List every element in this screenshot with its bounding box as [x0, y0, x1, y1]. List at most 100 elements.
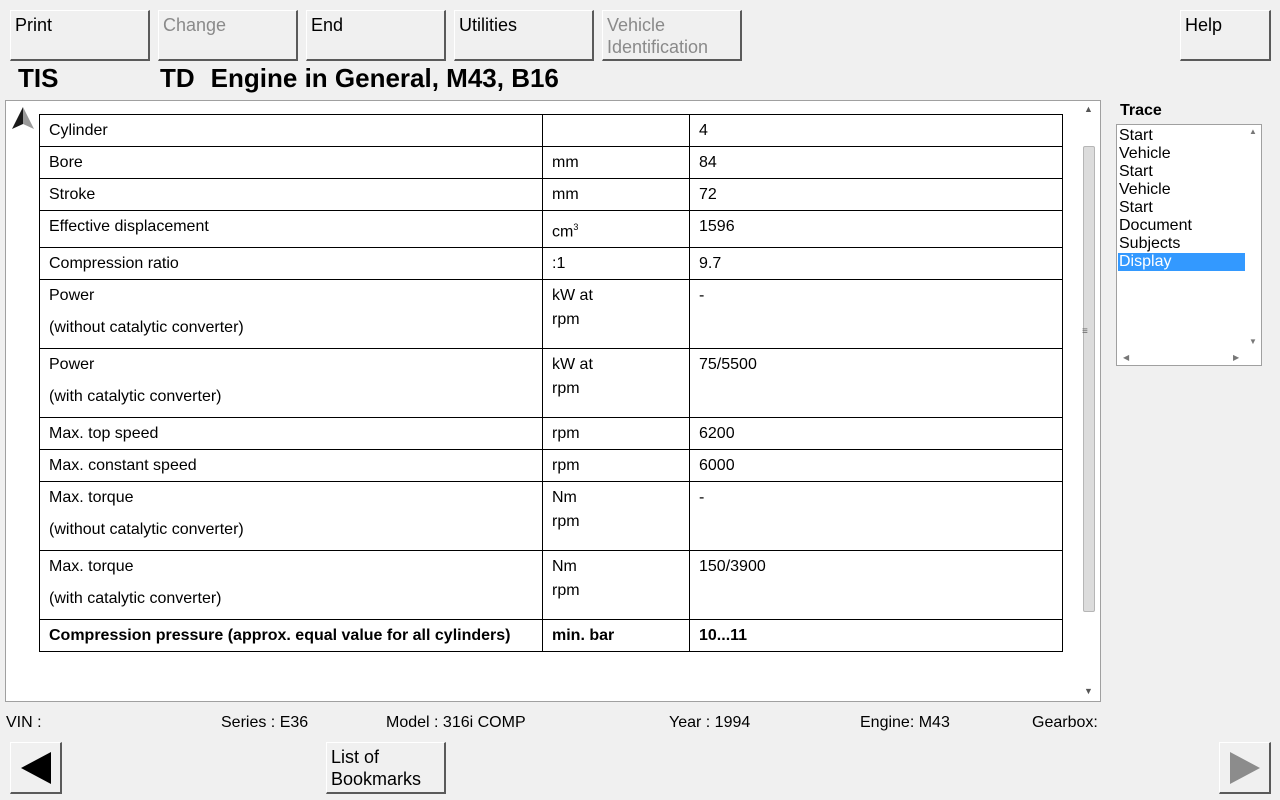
spec-unit: min. bar	[552, 627, 615, 645]
trace-scroll-down-icon[interactable]: ▼	[1249, 337, 1257, 346]
spec-unit-secondary: rpm	[552, 582, 580, 600]
spec-value: 6200	[699, 425, 735, 443]
spec-label: Power	[49, 356, 95, 374]
trace-item[interactable]: Start	[1118, 199, 1245, 217]
help-button[interactable]: Help	[1180, 10, 1271, 61]
trace-item[interactable]: Start	[1118, 163, 1245, 181]
doc-code: TD	[160, 63, 195, 93]
vehicle-identification-label-line1: Vehicle	[607, 15, 666, 35]
scroll-down-icon[interactable]: ▼	[1084, 686, 1093, 696]
table-row: Max. torque (with catalytic converter) Nm r…	[39, 550, 1063, 621]
table-row: Power (without catalytic converter) kW at r…	[39, 279, 1063, 350]
spec-unit-cell: mm	[542, 178, 690, 211]
help-button-label: Help	[1185, 15, 1223, 35]
status-vin: VIN :	[6, 714, 42, 731]
spec-value: 84	[699, 154, 717, 171]
spec-label: Bore	[49, 154, 83, 171]
up-arrow-icon[interactable]	[10, 105, 36, 131]
spec-unit-cell: kW at rpm	[542, 348, 690, 419]
spec-label: Stroke	[49, 186, 96, 203]
status-year: Year : 1994	[669, 714, 751, 731]
spec-value: 150/3900	[699, 558, 766, 576]
spec-label-cell: Bore	[39, 146, 543, 179]
spec-unit: rpm	[552, 457, 580, 475]
trace-item[interactable]: Subjects	[1118, 235, 1245, 253]
spec-label-cell: Max. torque (without catalytic converter)	[39, 481, 543, 552]
spec-value: 72	[699, 186, 717, 203]
spec-label: Power	[49, 287, 95, 305]
page-title: TD Engine in General, M43, B16	[160, 63, 559, 94]
spec-value: 1596	[699, 218, 735, 235]
spec-label: Max. top speed	[49, 425, 159, 443]
back-arrow-icon	[21, 752, 51, 784]
spec-sublabel: (with catalytic converter)	[49, 590, 222, 608]
bookmarks-label-line1: List of	[331, 747, 380, 767]
spec-value: 4	[699, 122, 708, 139]
spec-unit-cell: rpm	[542, 417, 690, 451]
spec-unit: rpm	[552, 425, 580, 443]
change-button-label: Change	[163, 15, 227, 35]
app-name: TIS	[18, 63, 59, 93]
spec-unit-secondary: rpm	[552, 380, 580, 398]
trace-list[interactable]: Start Vehicle Start Vehicle Start Document Sub…	[1116, 124, 1262, 366]
spec-value-cell: 9.7	[689, 247, 1063, 281]
spec-value-cell: 72	[689, 178, 1063, 211]
end-button[interactable]: End	[306, 10, 446, 61]
status-model: Model : 316i COMP	[386, 714, 526, 731]
table-row: Compression pressure (approx. equal valu…	[39, 619, 1063, 653]
table-row: Effective displacement cm3 1596	[39, 209, 1063, 249]
trace-vertical-scrollbar[interactable]: ▲ ▼	[1245, 125, 1261, 351]
spec-label-cell: Max. torque (with catalytic converter)	[39, 550, 543, 621]
trace-item[interactable]: Document	[1118, 217, 1245, 235]
grip-icon: ≡	[1082, 326, 1088, 337]
trace-item[interactable]: Start	[1118, 127, 1245, 145]
end-button-label: End	[311, 15, 344, 35]
spec-unit-cell: kW at rpm	[542, 279, 690, 350]
spec-sublabel: (with catalytic converter)	[49, 388, 222, 406]
spec-sublabel: (without catalytic converter)	[49, 521, 244, 539]
spec-unit: mm	[552, 154, 579, 171]
spec-unit-secondary: rpm	[552, 513, 580, 531]
spec-unit-cell: cm3	[542, 209, 690, 249]
spec-value: 6000	[699, 457, 735, 475]
back-button[interactable]	[10, 742, 62, 794]
vehicle-identification-label-line2: Identification	[607, 37, 709, 57]
spec-unit-cell: mm	[542, 146, 690, 179]
vehicle-identification-button[interactable]: Vehicle Identification	[602, 10, 742, 61]
trace-item[interactable]: Vehicle	[1118, 181, 1245, 199]
spec-label-cell: Max. constant speed	[39, 449, 543, 483]
spec-unit: kW at	[552, 356, 593, 374]
trace-item[interactable]: Vehicle	[1118, 145, 1245, 163]
spec-value-cell: 84	[689, 146, 1063, 179]
utilities-button-label: Utilities	[459, 15, 518, 35]
spec-unit-cell: min. bar	[542, 619, 690, 653]
table-row: Cylinder 4	[39, 114, 1063, 147]
trace-scroll-left-icon[interactable]: ◀	[1123, 353, 1129, 362]
spec-label: Max. torque	[49, 558, 134, 576]
table-row: Power (with catalytic converter) kW at rpm 7…	[39, 348, 1063, 419]
spec-label: Max. constant speed	[49, 457, 197, 475]
utilities-button[interactable]: Utilities	[454, 10, 594, 61]
spec-unit: Nm	[552, 558, 577, 576]
trace-scroll-up-icon[interactable]: ▲	[1249, 127, 1257, 136]
change-button[interactable]: Change	[158, 10, 298, 61]
spec-value-cell: 6200	[689, 417, 1063, 451]
spec-label-cell: Compression ratio	[39, 247, 543, 281]
spec-value-cell: 1596	[689, 209, 1063, 249]
document-scrollbar[interactable]: ▲ ≡ ▼	[1080, 100, 1098, 702]
table-row: Stroke mm 72	[39, 178, 1063, 211]
trace-horizontal-scrollbar[interactable]: ◀ ▶	[1117, 351, 1245, 365]
spec-unit: mm	[552, 186, 579, 203]
trace-item[interactable]: Display	[1118, 253, 1245, 271]
spec-unit: cm	[552, 223, 574, 241]
scroll-up-icon[interactable]: ▲	[1084, 104, 1093, 114]
spec-unit: :1	[552, 255, 566, 273]
forward-button[interactable]	[1219, 742, 1271, 794]
print-button[interactable]: Print	[10, 10, 150, 61]
spec-value-cell: 6000	[689, 449, 1063, 483]
spec-unit-secondary: rpm	[552, 311, 580, 329]
trace-scroll-right-icon[interactable]: ▶	[1233, 353, 1239, 362]
scroll-thumb[interactable]	[1083, 146, 1095, 612]
spec-value-cell: 4	[689, 114, 1063, 147]
list-of-bookmarks-button[interactable]: List of Bookmarks	[326, 742, 446, 794]
